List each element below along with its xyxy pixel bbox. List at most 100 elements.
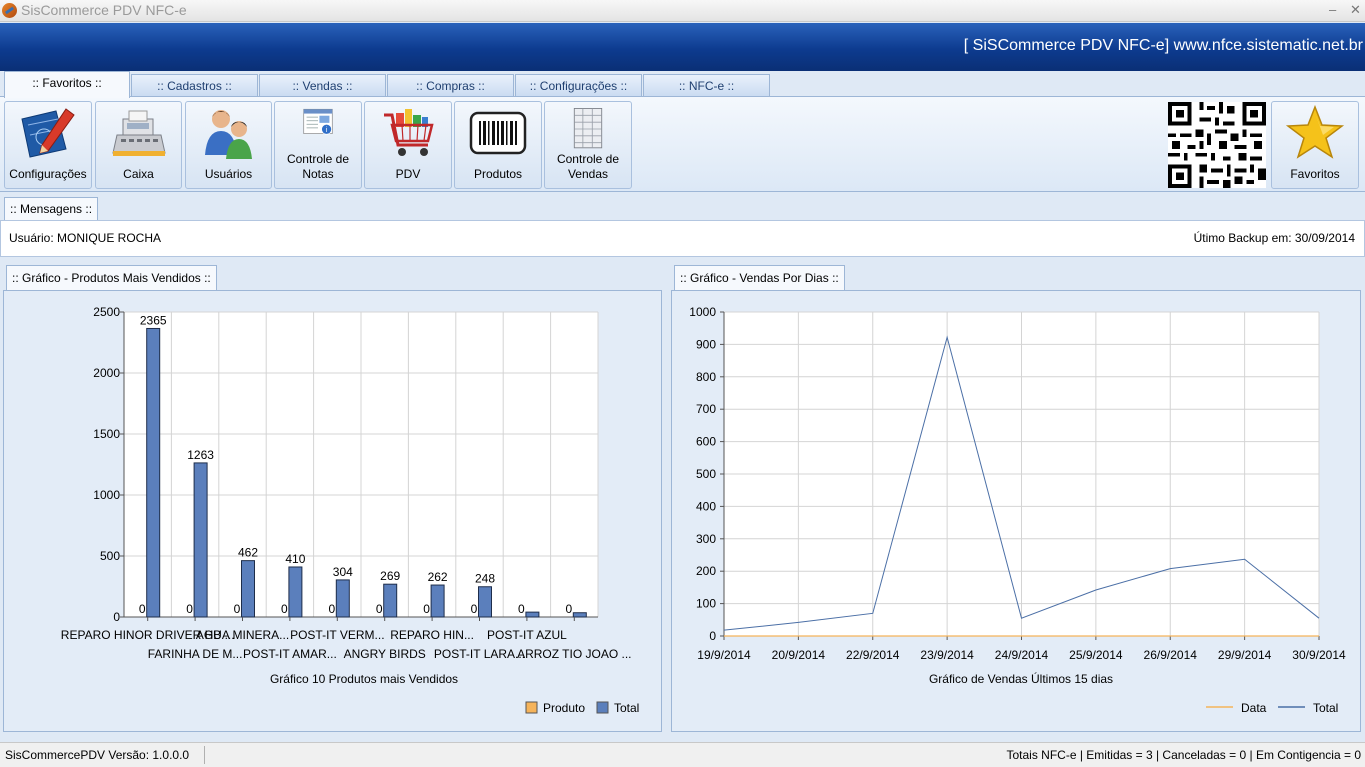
bar-total <box>478 586 492 618</box>
x-tick-label: 29/9/2014 <box>1218 648 1272 662</box>
tab-nfce[interactable]: :: NFC-e :: <box>643 74 770 97</box>
last-backup-text: Útimo Backup em: 30/09/2014 <box>1193 231 1355 245</box>
tab-compras[interactable]: :: Compras :: <box>387 74 514 97</box>
configuracoes-label: Configurações <box>9 167 87 181</box>
banner-text: [ SiSCommerce PDV NFC-e] www.nfce.sistem… <box>963 37 1363 54</box>
legend-label-data: Data <box>1241 701 1267 715</box>
legend-label-total: Total <box>614 701 639 715</box>
status-bar: SisCommercePDV Versão: 1.0.0.0 Totais NF… <box>0 742 1365 767</box>
x-tick-label: FARINHA DE M... <box>148 647 243 661</box>
title-bar: SisCommerce PDV NFC-e – ✕ <box>0 0 1365 22</box>
y-tick-label: 300 <box>696 532 716 546</box>
y-tick-label: 0 <box>709 629 716 643</box>
bar-value-label: 0 <box>423 602 430 616</box>
minimize-button[interactable]: – <box>1329 2 1336 17</box>
cash-register-icon <box>111 110 166 156</box>
tab-grafico-produtos[interactable]: :: Gráfico - Produtos Mais Vendidos :: <box>6 265 217 291</box>
tab-cadastros[interactable]: :: Cadastros :: <box>131 74 258 97</box>
chart-title: Gráfico de Vendas Últimos 15 dias <box>929 671 1113 686</box>
x-tick-label: ARROZ TIO JOAO ... <box>517 647 631 661</box>
tab-configuracoes[interactable]: :: Configurações :: <box>515 74 642 97</box>
x-tick-label: 25/9/2014 <box>1069 648 1123 662</box>
caixa-label: Caixa <box>123 167 154 181</box>
y-tick-label: 900 <box>696 337 716 351</box>
version-text: SisCommercePDV Versão: 1.0.0.0 <box>5 748 190 762</box>
favoritos-button[interactable]: Favoritos <box>1271 101 1359 189</box>
users-icon <box>204 110 252 159</box>
x-tick-label: 30/9/2014 <box>1292 648 1346 662</box>
spreadsheet-icon <box>573 108 603 149</box>
pdv-label: PDV <box>395 167 421 181</box>
y-tick-label: 1000 <box>689 305 716 319</box>
x-tick-label: 26/9/2014 <box>1144 648 1198 662</box>
bar-value-label: 0 <box>376 602 383 616</box>
usuarios-label: Usuários <box>204 167 253 181</box>
legend-label-produto: Produto <box>543 701 585 715</box>
x-tick-label: 24/9/2014 <box>995 648 1049 662</box>
bar-value-label: 262 <box>428 570 448 584</box>
bar-total <box>193 462 208 618</box>
invoice-icon: i <box>303 108 333 135</box>
header-banner: [ SiSCommerce PDV NFC-e] www.nfce.sistem… <box>0 23 1365 71</box>
bar-chart-panel: 0 500 1000 1500 2000 2500 0 2365 REPARO HINOR DR… <box>3 290 662 732</box>
tab-vendas[interactable]: :: Vendas :: <box>259 74 386 97</box>
y-tick-label: 0 <box>113 610 120 624</box>
main-tab-strip: :: Favoritos :: :: Cadastros :: :: Venda… <box>0 71 1365 98</box>
pdv-button[interactable]: PDV <box>364 101 452 189</box>
y-tick-label: 1500 <box>93 427 120 441</box>
y-tick-label: 400 <box>696 499 716 513</box>
tab-favoritos[interactable]: :: Favoritos :: <box>4 71 130 98</box>
window-title: SisCommerce PDV NFC-e <box>21 2 187 18</box>
configuracoes-button[interactable]: Configurações <box>4 101 92 189</box>
bar-total <box>383 583 398 618</box>
legend-swatch-total <box>596 701 609 714</box>
produtos-button[interactable]: Produtos <box>454 101 542 189</box>
controle-notas-button[interactable]: i Controle de Notas <box>274 101 362 189</box>
controle-vendas-button[interactable]: Controle de Vendas <box>544 101 632 189</box>
bar-value-label: 410 <box>285 552 305 566</box>
qr-code-icon <box>1168 102 1266 188</box>
current-user-text: Usuário: MONIQUE ROCHA <box>9 231 162 245</box>
legend-swatch-produto <box>525 701 538 714</box>
status-divider <box>204 746 205 764</box>
y-tick-label: 800 <box>696 370 716 384</box>
blueprint-pencil-icon <box>21 108 75 158</box>
y-tick-label: 600 <box>696 435 716 449</box>
x-tick-label: 20/9/2014 <box>772 648 826 662</box>
y-tick-label: 500 <box>696 467 716 481</box>
y-tick-label: 1000 <box>93 488 120 502</box>
favoritos-label: Favoritos <box>1290 167 1340 181</box>
bar-value-label: 0 <box>139 602 146 616</box>
x-tick-label: AGUA MINERA... <box>196 628 289 642</box>
bar-value-label: 0 <box>281 602 288 616</box>
chart-title: Gráfico 10 Produtos mais Vendidos <box>270 672 458 686</box>
close-button[interactable]: ✕ <box>1350 2 1361 18</box>
x-tick-label: POST-IT AZUL <box>487 628 567 642</box>
x-tick-label: ANGRY BIRDS <box>344 647 426 661</box>
bar-value-label: 1263 <box>187 448 214 462</box>
shopping-cart-icon <box>384 109 434 156</box>
bar-value-label: 2365 <box>140 313 167 327</box>
y-tick-label: 200 <box>696 564 716 578</box>
messages-tab-strip: :: Mensagens :: <box>0 193 1365 221</box>
tab-mensagens[interactable]: :: Mensagens :: <box>4 197 99 221</box>
x-tick-label: 23/9/2014 <box>920 648 974 662</box>
line-chart: 19/9/2014 20/9/2014 22/9/2014 23/9/2014 24/9… <box>689 305 1346 715</box>
controle-notas-label: Controle de Notas <box>286 152 350 181</box>
bar-total <box>241 560 255 618</box>
bar-value-label: 304 <box>333 565 353 579</box>
y-tick-label: 500 <box>100 549 120 563</box>
usuarios-button[interactable]: Usuários <box>185 101 272 189</box>
x-tick-label: 19/9/2014 <box>697 648 751 662</box>
bar-value-label: 462 <box>238 546 258 560</box>
line-chart-panel: 19/9/2014 20/9/2014 22/9/2014 23/9/2014 24/9… <box>671 290 1361 732</box>
produtos-label: Produtos <box>473 167 523 181</box>
bar-value-label: 0 <box>328 602 335 616</box>
bar-total <box>525 611 540 618</box>
barcode-icon <box>469 111 527 155</box>
caixa-button[interactable]: Caixa <box>95 101 182 189</box>
bar-value-label: 0 <box>186 602 193 616</box>
x-tick-label: 22/9/2014 <box>846 648 900 662</box>
y-tick-label: 2000 <box>93 366 120 380</box>
tab-grafico-vendas[interactable]: :: Gráfico - Vendas Por Dias :: <box>674 265 845 291</box>
